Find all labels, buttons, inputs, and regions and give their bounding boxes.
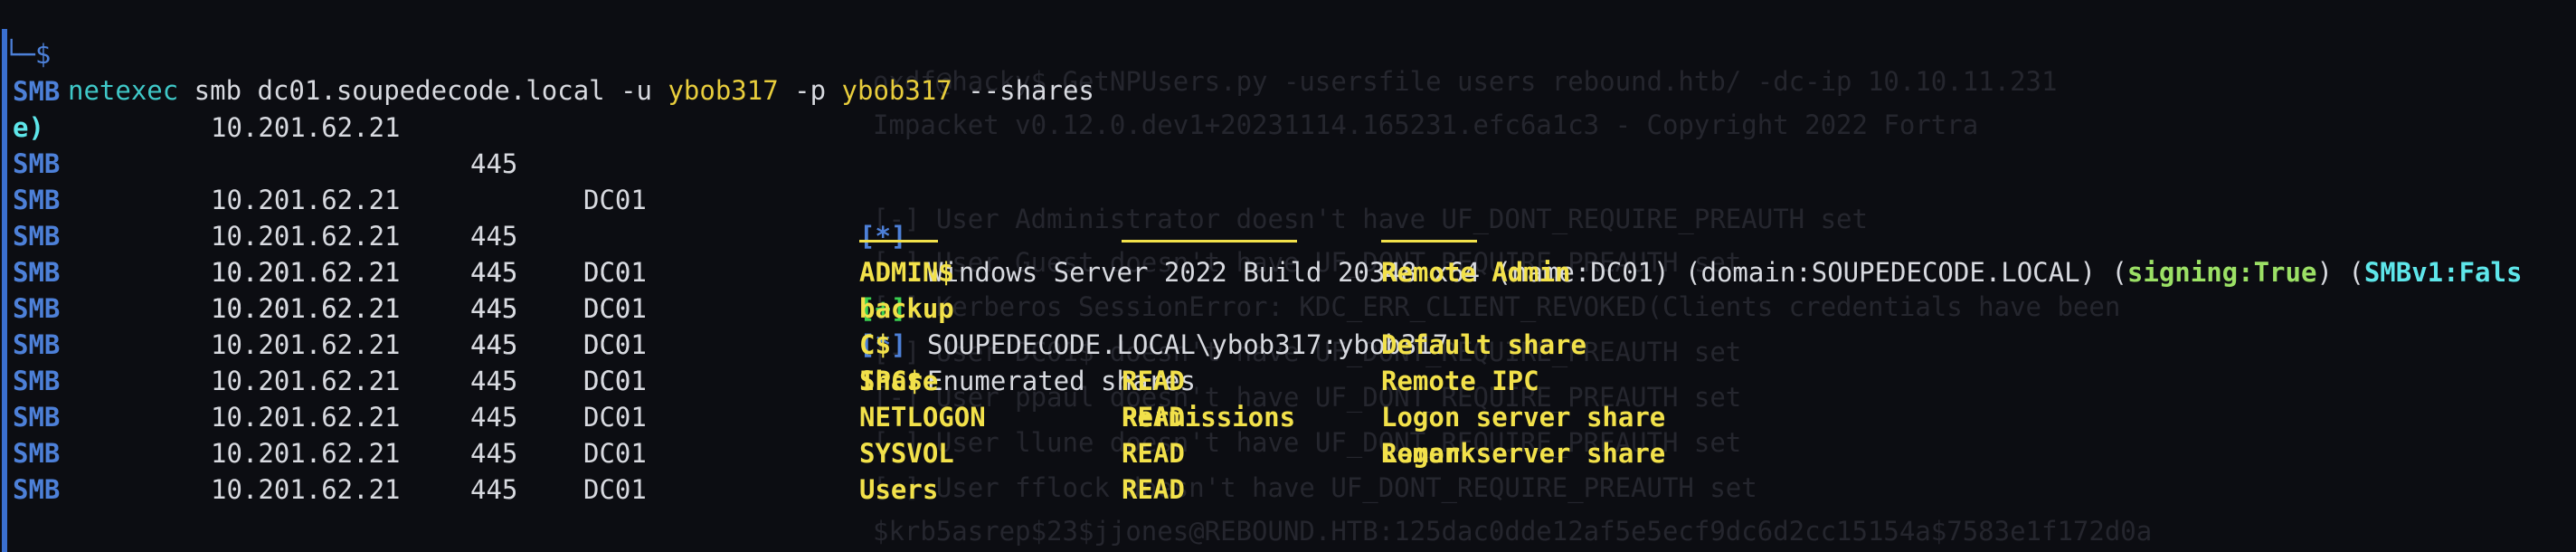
share-permission: READ [1122, 438, 1185, 469]
share-remark: Default share [1381, 329, 1586, 360]
port-number: 445 [470, 257, 518, 288]
protocol-label: SMB [13, 257, 61, 288]
ip-address: 10.201.62.21 [211, 474, 401, 505]
share-underline [859, 240, 938, 243]
hostname: DC01 [583, 257, 647, 288]
port-number: 445 [470, 438, 518, 469]
table-row: SMB 10.201.62.21 445 DC01 IPC$ READ Remote IPC [0, 363, 2576, 399]
ip-address: 10.201.62.21 [211, 329, 401, 360]
share-name: C$ [859, 329, 891, 360]
ip-address: 10.201.62.21 [211, 257, 401, 288]
port-number: 445 [470, 329, 518, 360]
command-line: └─$ netexec smb dc01.soupedecode.local -… [0, 0, 2576, 106]
table-row: SMB 10.201.62.21 445 DC01 SYSVOL READ Logon se… [0, 435, 2576, 471]
port-number: 445 [470, 474, 518, 505]
table-row: SMB 10.201.62.21 445 DC01 C$ Default share [0, 327, 2576, 363]
ip-address: 10.201.62.21 [211, 402, 401, 433]
protocol-label: SMB [13, 329, 61, 360]
port-number: 445 [470, 293, 518, 324]
terminal-window[interactable]: oxdf@hacky$ GetNPUsers.py -usersfile use… [0, 0, 2576, 552]
output-line-enum: SMB 10.201.62.21 445 DC01 [*] Enumerated… [0, 146, 2576, 396]
hostname: DC01 [583, 293, 647, 324]
hostname: DC01 [583, 402, 647, 433]
table-row: SMB 10.201.62.21 445 DC01 ADMIN$ Remote Admin [0, 254, 2576, 290]
hostname: DC01 [583, 474, 647, 505]
permissions-underline [1122, 240, 1297, 243]
protocol-label: SMB [13, 402, 61, 433]
share-remark: Remote Admin [1381, 257, 1571, 288]
remark-underline [1381, 240, 1477, 243]
output-line-wrap: e) [0, 73, 181, 143]
share-name: ADMIN$ [859, 257, 954, 288]
command-password-flag: -p [778, 75, 842, 106]
ip-address: 10.201.62.21 [211, 293, 401, 324]
table-row: SMB 10.201.62.21 445 DC01 backup [0, 290, 2576, 327]
share-remark: Logon server share [1381, 438, 1666, 469]
ip-address: 10.201.62.21 [211, 438, 401, 469]
command-password: ybob317 [841, 75, 952, 106]
ghost-line: $krb5asrep$23$jjones@REBOUND.HTB:125dac0… [873, 516, 2153, 547]
share-name: IPC$ [859, 366, 923, 396]
shares-table-header: SMB 10.201.62.21 445 DC01 Share Permissi… [0, 182, 2576, 469]
share-name: backup [859, 293, 954, 324]
hostname: DC01 [583, 438, 647, 469]
output-line-auth: SMB 10.201.62.21 445 DC01 [+] SOUPEDECOD… [0, 109, 2576, 360]
command-shares-flag: --shares [952, 75, 1094, 106]
protocol-label: SMB [13, 293, 61, 324]
table-row: SMB 10.201.62.21 445 DC01 NETLOGON READ Logon … [0, 399, 2576, 435]
share-permission: READ [1122, 474, 1185, 505]
ip-address: 10.201.62.21 [211, 366, 401, 396]
share-permission: READ [1122, 366, 1185, 396]
share-name: Users [859, 474, 939, 505]
output-line-info: SMB 10.201.62.21 445 DC01 [*] Windows Se… [0, 37, 2576, 288]
protocol-label: SMB [13, 366, 61, 396]
protocol-label: SMB [13, 474, 61, 505]
command-text: netexec smb dc01.soupedecode.local -u yb… [68, 72, 1094, 109]
share-name: SYSVOL [859, 438, 954, 469]
port-number: 445 [470, 366, 518, 396]
hostname: DC01 [583, 366, 647, 396]
command-args: smb dc01.soupedecode.local -u [178, 75, 668, 106]
port-number: 445 [470, 402, 518, 433]
command-username: ybob317 [668, 75, 779, 106]
shares-table-divider: SMB 10.201.62.21 445 DC01 [0, 218, 2576, 396]
hostname: DC01 [583, 329, 647, 360]
share-permission: READ [1122, 402, 1185, 433]
share-name: NETLOGON [859, 402, 986, 433]
share-remark: Remote IPC [1381, 366, 1539, 396]
protocol-label: SMB [13, 438, 61, 469]
table-row: SMB 10.201.62.21 445 DC01 Users READ [0, 471, 2576, 508]
share-remark: Logon server share [1381, 402, 1666, 433]
